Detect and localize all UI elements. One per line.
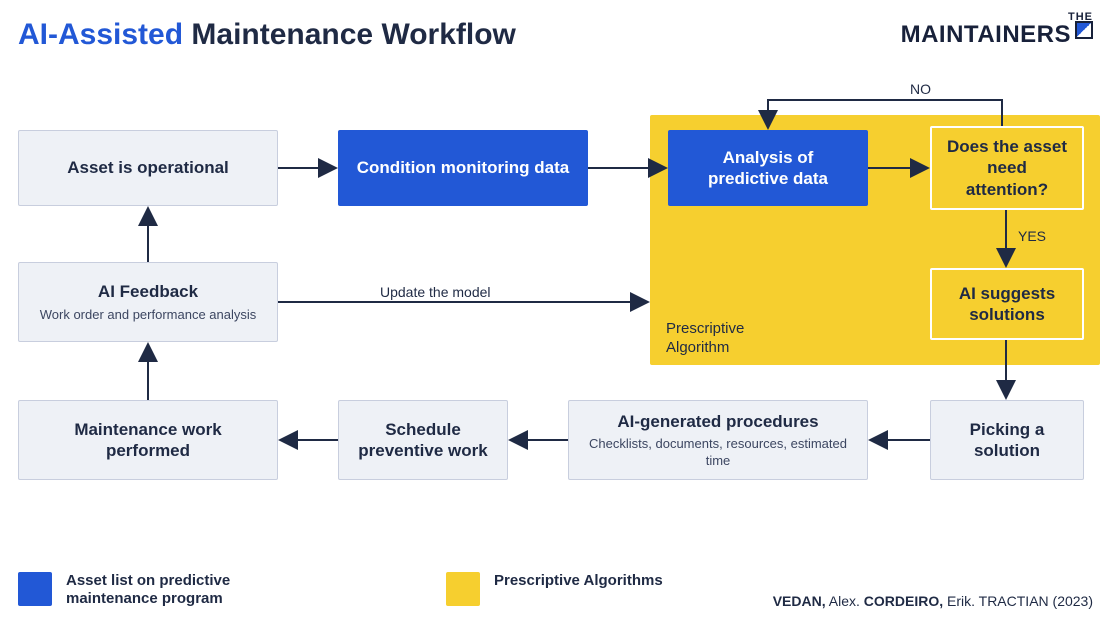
edge-label-no: NO <box>910 81 931 97</box>
node-attention-question: Does the asset need attention? <box>930 126 1084 210</box>
legend-text: Prescriptive Algorithms <box>494 572 663 591</box>
diagram-title: AI-Assisted Maintenance Workflow <box>18 18 516 52</box>
edge-label-update: Update the model <box>380 284 491 300</box>
node-label: Analysis of predictive data <box>683 147 853 190</box>
logo-line2: MAINTAINERS <box>901 21 1071 48</box>
node-condition-monitoring: Condition monitoring data <box>338 130 588 206</box>
prescriptive-region-label: Prescriptive Algorithm <box>666 320 786 358</box>
node-label: AI-generated procedures <box>617 411 818 432</box>
legend-text: Asset list on predictive maintenance pro… <box>66 572 286 610</box>
title-rest: Maintenance Workflow <box>191 18 516 51</box>
legend-swatch-blue <box>18 572 52 606</box>
node-label: Asset is operational <box>67 157 229 178</box>
node-asset-operational: Asset is operational <box>18 130 278 206</box>
node-sublabel: Work order and performance analysis <box>40 307 257 323</box>
legend-item-prescriptive: Prescriptive Algorithms <box>446 572 663 606</box>
node-label: Condition monitoring data <box>357 157 569 178</box>
citation-author2: CORDEIRO, <box>864 593 943 609</box>
node-label: Maintenance work performed <box>33 419 263 462</box>
node-ai-feedback: AI Feedback Work order and performance a… <box>18 262 278 342</box>
brand-logo: THE MAINTAINERS <box>901 12 1093 47</box>
node-schedule-preventive: Schedule preventive work <box>338 400 508 480</box>
node-label: AI suggests solutions <box>946 283 1068 326</box>
node-sublabel: Checklists, documents, resources, estima… <box>583 436 853 469</box>
citation-source: TRACTIAN (2023) <box>979 593 1093 609</box>
legend-item-predictive: Asset list on predictive maintenance pro… <box>18 572 286 610</box>
citation: VEDAN, Alex. CORDEIRO, Erik. TRACTIAN (2… <box>773 593 1093 609</box>
node-label: Does the asset need attention? <box>946 136 1068 200</box>
logo-mark-icon <box>1075 21 1093 39</box>
node-label: AI Feedback <box>98 281 198 302</box>
node-label: Picking a solution <box>945 419 1069 462</box>
node-ai-procedures: AI-generated procedures Checklists, docu… <box>568 400 868 480</box>
node-label: Schedule preventive work <box>353 419 493 462</box>
legend-swatch-yellow <box>446 572 480 606</box>
legend: Asset list on predictive maintenance pro… <box>18 572 663 610</box>
title-highlight: AI-Assisted <box>18 18 183 51</box>
node-picking-solution: Picking a solution <box>930 400 1084 480</box>
node-ai-suggests: AI suggests solutions <box>930 268 1084 340</box>
node-analysis-predictive: Analysis of predictive data <box>668 130 868 206</box>
edge-label-yes: YES <box>1018 228 1046 244</box>
node-maintenance-performed: Maintenance work performed <box>18 400 278 480</box>
citation-author1: VEDAN, <box>773 593 826 609</box>
